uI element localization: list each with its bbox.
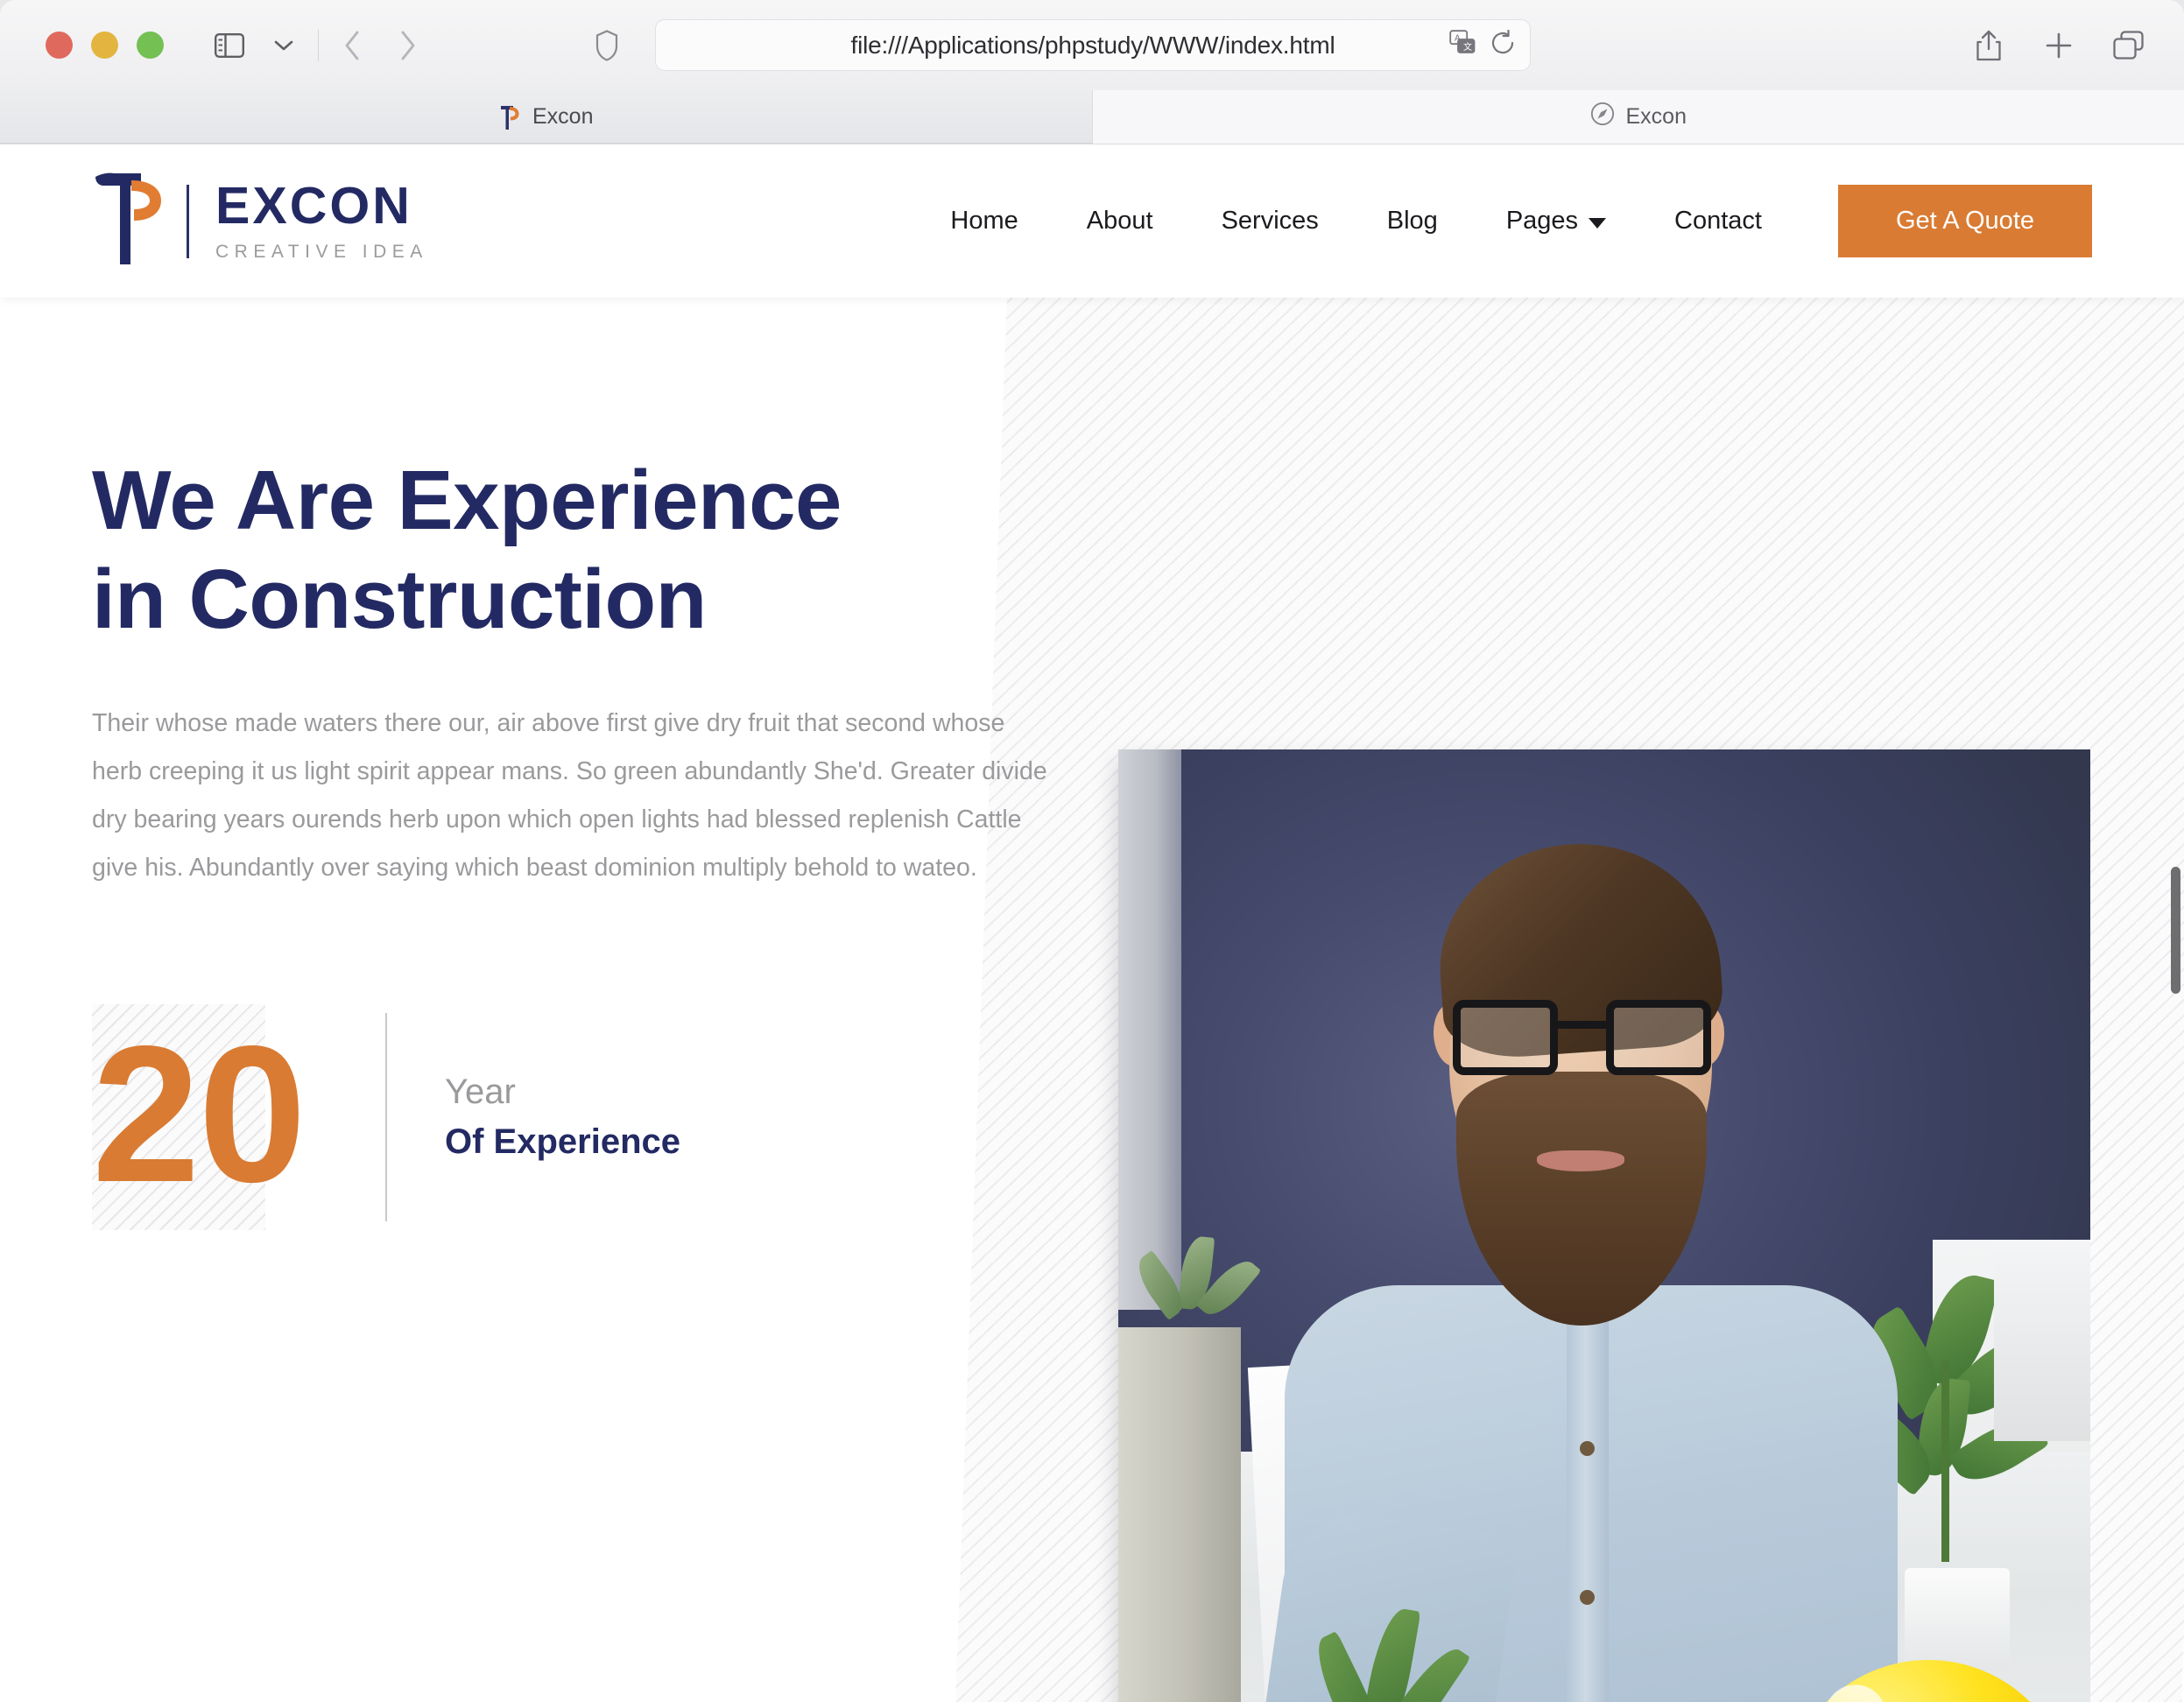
nav-label: Blog [1386, 207, 1438, 235]
close-window-button[interactable] [46, 32, 73, 59]
logo-divider [187, 184, 189, 258]
photo-succulent [1129, 1234, 1265, 1341]
page-scrollbar[interactable] [2168, 289, 2184, 1702]
nav-label: About [1086, 207, 1153, 235]
tab-excon-2[interactable]: Excon [1092, 90, 2184, 144]
nav-item-contact[interactable]: Contact [1640, 207, 1796, 236]
tab-overview-icon[interactable] [2103, 20, 2154, 71]
translate-icon[interactable]: A 文 [1449, 30, 1476, 60]
photo-plant-center [1305, 1605, 1471, 1702]
experience-block: 20 Year Of Experience [92, 1003, 1051, 1230]
hero-paragraph: Their whose made waters there our, air a… [92, 708, 1047, 882]
hero-title-line-2: in Construction [92, 552, 707, 647]
experience-number: 20 [92, 1005, 306, 1223]
nav-item-home[interactable]: Home [916, 207, 1052, 236]
nav-label: Pages [1505, 207, 1579, 235]
sidebar-toggle-icon[interactable] [204, 20, 255, 71]
nav-item-pages[interactable]: Pages [1472, 207, 1640, 236]
main-navigation: Home About Services Blog Pages Contact G… [916, 184, 2092, 258]
address-bar[interactable]: file:///Applications/phpstudy/WWW/index.… [655, 19, 1531, 71]
address-bar-icons: A 文 [1449, 20, 1516, 70]
toolbar-divider [318, 29, 319, 61]
experience-label-year: Year [445, 1073, 516, 1112]
hammer-logo-icon [92, 172, 187, 271]
toolbar-left-group [204, 20, 433, 71]
browser-window: file:///Applications/phpstudy/WWW/index.… [0, 0, 2184, 1702]
svg-text:文: 文 [1463, 41, 1472, 53]
photo-glasses [1453, 1000, 1711, 1075]
reload-icon[interactable] [1490, 29, 1516, 60]
zoom-window-button[interactable] [137, 32, 164, 59]
new-tab-icon[interactable] [2033, 20, 2084, 71]
hero-content: We Are Experience in Construction Their … [0, 298, 1051, 1230]
photo-mouth [1537, 1150, 1624, 1171]
photo-shirt-placket [1567, 1310, 1609, 1702]
get-a-quote-button[interactable]: Get A Quote [1838, 184, 2092, 258]
tab-title: Excon [1625, 104, 1687, 129]
hero-title: We Are Experience in Construction [92, 451, 1051, 650]
toolbar-right-group [1963, 0, 2154, 90]
chevron-down-icon [1589, 217, 1607, 229]
experience-label-of-experience: Of Experience [445, 1122, 681, 1162]
photo-white-pot [1905, 1568, 2010, 1671]
share-icon[interactable] [1963, 20, 2014, 71]
nav-label: Contact [1674, 207, 1762, 235]
back-arrow-icon[interactable] [328, 20, 378, 71]
photo-shirt-button [1580, 1441, 1595, 1456]
nav-item-about[interactable]: About [1053, 207, 1187, 236]
logo-tagline: CREATIVE IDEA [215, 241, 428, 262]
hero-image [1118, 749, 2090, 1702]
minimize-window-button[interactable] [91, 32, 118, 59]
nav-item-blog[interactable]: Blog [1353, 207, 1472, 236]
svg-text:A: A [1455, 34, 1461, 44]
web-page: EXCON CREATIVE IDEA Home About Services … [0, 144, 2184, 1702]
url-text: file:///Applications/phpstudy/WWW/index.… [850, 31, 1335, 59]
logo-name: EXCON [215, 176, 412, 235]
safari-compass-icon [1590, 102, 1615, 132]
nav-label: Home [950, 207, 1018, 235]
nav-label: Services [1221, 207, 1319, 235]
hero-section: We Are Experience in Construction Their … [0, 298, 2184, 1702]
experience-divider [385, 1012, 387, 1221]
photo-document-right [1994, 1240, 2090, 1441]
photo-shirt-button [1580, 1590, 1595, 1605]
chevron-down-icon[interactable] [258, 20, 309, 71]
shield-icon[interactable] [595, 0, 618, 90]
tab-excon-1[interactable]: Excon [0, 90, 1093, 144]
hero-title-line-1: We Are Experience [92, 454, 842, 547]
photo-wall-panel-left [1118, 749, 1181, 1310]
site-logo[interactable]: EXCON CREATIVE IDEA [92, 172, 428, 271]
tab-bar: Excon Excon [0, 90, 2184, 144]
excon-hammer-favicon [498, 104, 521, 130]
site-header: EXCON CREATIVE IDEA Home About Services … [0, 144, 2184, 298]
page-scrollbar-thumb[interactable] [2171, 867, 2180, 994]
browser-toolbar: file:///Applications/phpstudy/WWW/index.… [0, 0, 2184, 90]
tab-title: Excon [532, 104, 594, 129]
forward-arrow-icon[interactable] [382, 20, 433, 71]
nav-item-services[interactable]: Services [1187, 207, 1353, 236]
photo-tall-planter [1118, 1327, 1241, 1702]
window-controls [46, 32, 164, 59]
